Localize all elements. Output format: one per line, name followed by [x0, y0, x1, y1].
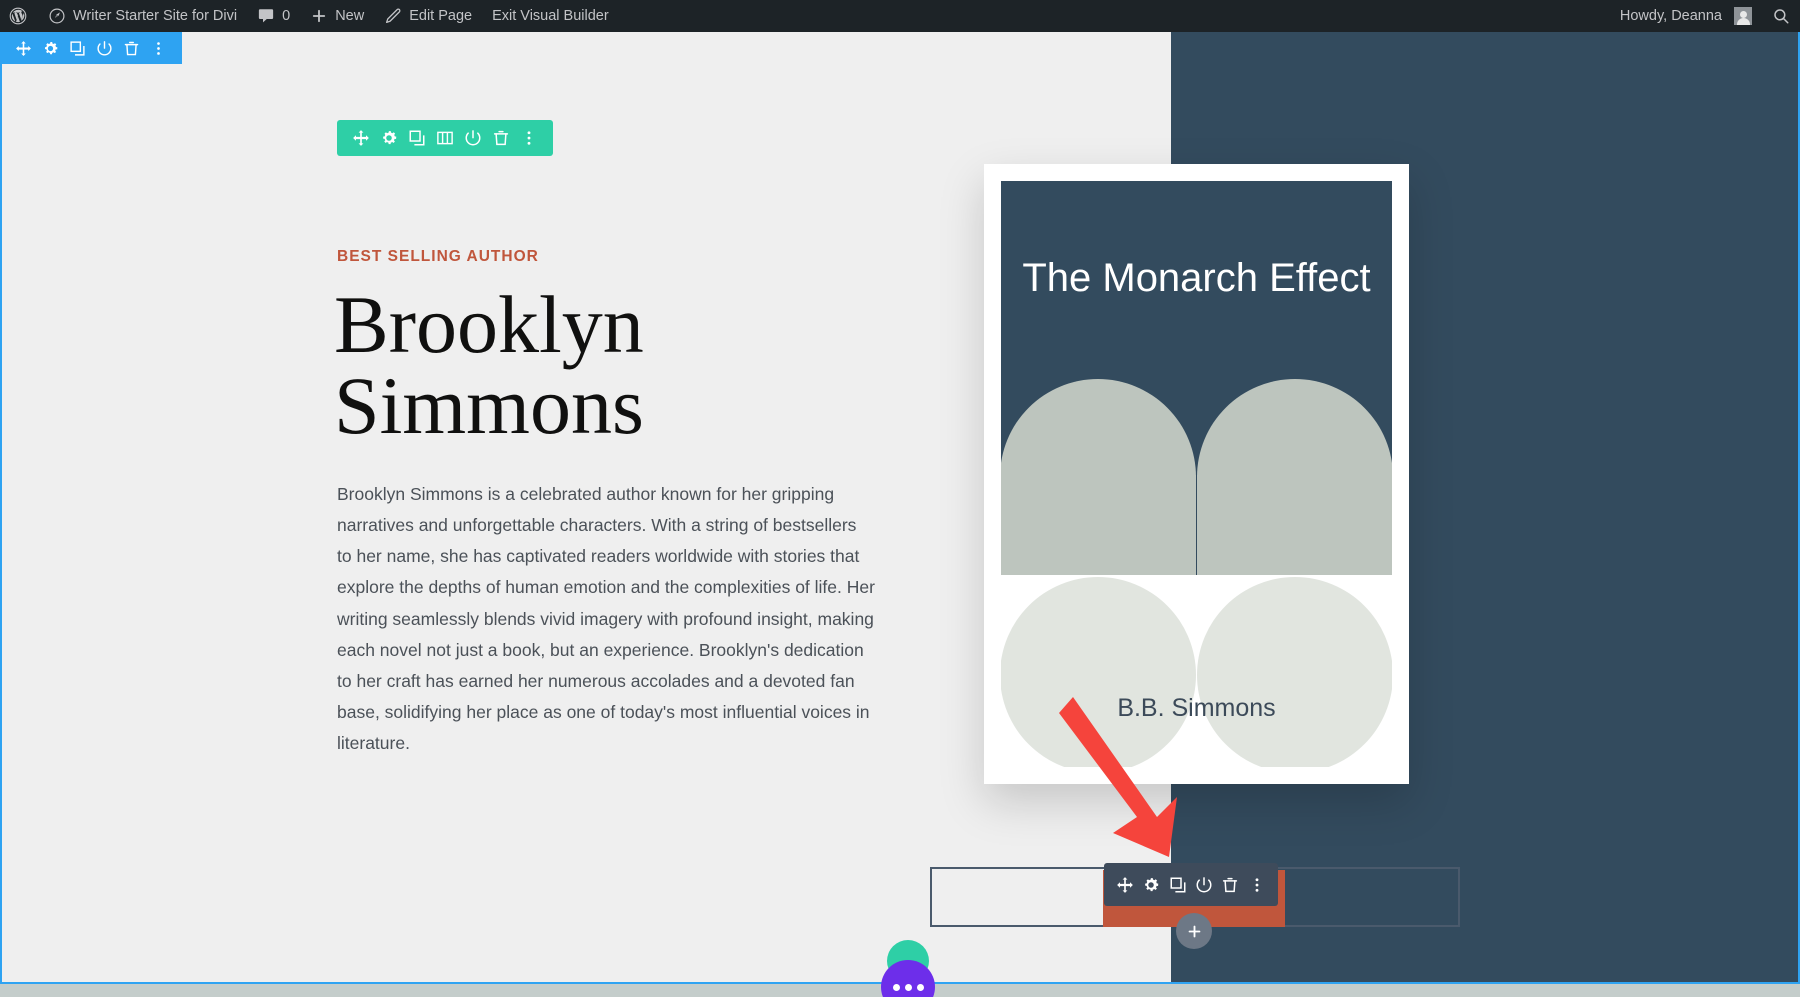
move-icon[interactable]	[15, 40, 32, 57]
gear-icon[interactable]	[380, 129, 398, 147]
power-icon[interactable]	[1195, 876, 1213, 894]
butterfly-upper-left-fill	[1001, 475, 1196, 575]
wp-logo-menu[interactable]	[0, 0, 38, 32]
move-icon[interactable]	[352, 129, 370, 147]
visual-builder-canvas: BEST SELLING AUTHOR Brooklyn Simmons Bro…	[0, 32, 1800, 997]
gear-icon[interactable]	[42, 40, 59, 57]
comments-count: 0	[282, 8, 291, 24]
more-vertical-icon[interactable]	[1248, 876, 1266, 894]
dashboard-icon	[49, 8, 65, 24]
howdy-label: Howdy, Deanna	[1619, 8, 1722, 24]
exit-visual-builder-label: Exit Visual Builder	[492, 8, 609, 24]
plus-icon	[1188, 925, 1200, 937]
account-menu[interactable]: Howdy, Deanna	[1610, 0, 1762, 32]
edit-page-menu[interactable]: Edit Page	[374, 0, 482, 32]
power-icon[interactable]	[464, 129, 482, 147]
wp-admin-bar: Writer Starter Site for Divi 0 New Edit …	[0, 0, 1800, 32]
eyebrow-text: BEST SELLING AUTHOR	[337, 248, 539, 265]
butterfly-lower-left-wing-icon	[1001, 577, 1196, 767]
wordpress-logo-icon	[9, 7, 27, 25]
butterfly-upper-right-fill	[1197, 475, 1392, 575]
pencil-icon	[386, 8, 401, 24]
section-toolbar[interactable]	[0, 32, 182, 64]
more-vertical-icon[interactable]	[520, 129, 538, 147]
book-title: The Monarch Effect	[1022, 256, 1371, 300]
edit-page-label: Edit Page	[409, 8, 473, 24]
power-icon[interactable]	[96, 40, 113, 57]
plus-icon	[313, 9, 326, 23]
columns-icon[interactable]	[436, 129, 454, 147]
user-avatar-icon	[1734, 7, 1752, 25]
trash-icon[interactable]	[123, 40, 140, 57]
exit-visual-builder-button[interactable]: Exit Visual Builder	[482, 0, 619, 32]
book-cover-inner: The Monarch Effect B.B. Simmons	[1001, 181, 1392, 767]
butterfly-lower-right-wing-icon	[1197, 577, 1392, 767]
gear-icon[interactable]	[1142, 876, 1160, 894]
three-dots-icon	[892, 983, 924, 991]
duplicate-icon[interactable]	[69, 40, 86, 57]
book-author-name: B.B. Simmons	[1117, 694, 1276, 722]
search-icon	[1774, 9, 1789, 24]
trash-icon[interactable]	[492, 129, 510, 147]
comments-menu[interactable]: 0	[247, 0, 300, 32]
duplicate-icon[interactable]	[1169, 876, 1187, 894]
module-toolbar[interactable]	[1104, 863, 1278, 906]
site-name-label: Writer Starter Site for Divi	[73, 8, 238, 24]
book-cover-image: The Monarch Effect B.B. Simmons	[984, 164, 1409, 784]
duplicate-icon[interactable]	[408, 129, 426, 147]
new-label: New	[335, 8, 365, 24]
more-vertical-icon[interactable]	[150, 40, 167, 57]
page-title: Brooklyn Simmons	[334, 279, 644, 452]
trash-icon[interactable]	[1221, 876, 1239, 894]
comment-bubble-icon	[258, 9, 274, 23]
add-module-button[interactable]	[1176, 913, 1212, 949]
bio-paragraph: Brooklyn Simmons is a celebrated author …	[337, 484, 875, 754]
admin-search-button[interactable]	[1762, 0, 1800, 32]
new-content-menu[interactable]: New	[300, 0, 374, 32]
move-icon[interactable]	[1116, 876, 1134, 894]
row-toolbar[interactable]	[337, 120, 553, 156]
site-name-menu[interactable]: Writer Starter Site for Divi	[38, 0, 247, 32]
